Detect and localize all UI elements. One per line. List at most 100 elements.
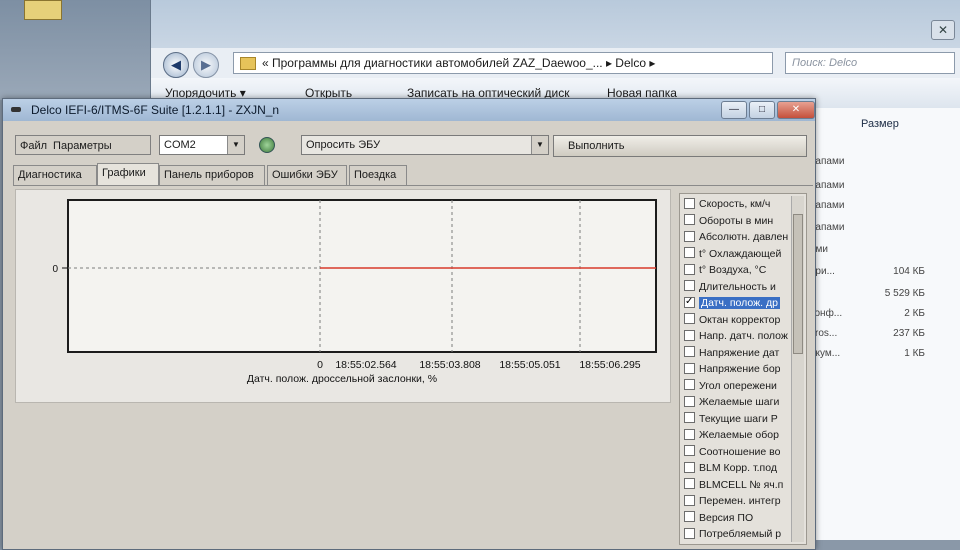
parameter-item[interactable]: Напряжение дат — [684, 345, 794, 361]
parameter-label: Октан корректор — [699, 313, 781, 326]
parameter-checkbox[interactable] — [684, 329, 695, 341]
close-button[interactable]: ✕ — [777, 101, 815, 119]
connection-status-icon — [259, 137, 275, 153]
x-axis-label: Датч. полож. дроссельной заслонки, % — [247, 373, 437, 385]
x-tick-label: 18:55:06.295 — [579, 359, 640, 371]
ecu-command-select[interactable]: Опросить ЭБУ ▼ — [301, 135, 549, 155]
explorer-close-button[interactable]: ✕ — [931, 20, 955, 40]
parameter-label: Угол опережени — [699, 379, 777, 392]
parameter-label: Версия ПО — [699, 511, 754, 524]
parameter-label: Желаемые шаги — [699, 396, 780, 408]
parameter-checkbox[interactable] — [684, 313, 695, 325]
tab-dashboard[interactable]: Панель приборов — [159, 165, 265, 185]
parameter-item[interactable]: t° Охлаждающей — [684, 246, 794, 262]
app-icon — [11, 107, 21, 112]
parameter-checkbox[interactable] — [684, 445, 695, 457]
address-path: « Программы для диагностики автомобилей … — [262, 56, 656, 70]
parameter-label: Перемен. интегр — [699, 495, 781, 507]
explorer-address-row: ◀ ▶ « Программы для диагностики автомоби… — [151, 48, 960, 79]
tab-diagnostics[interactable]: Диагностика — [13, 165, 97, 185]
file-size: 237 КБ — [893, 328, 925, 339]
menu-file[interactable]: Файл — [20, 140, 47, 152]
parameter-checkbox[interactable] — [684, 461, 695, 473]
tab-ecu-errors[interactable]: Ошибки ЭБУ — [267, 165, 347, 185]
menu-params[interactable]: Параметры — [53, 140, 112, 152]
x-tick-label: 18:55:05.051 — [499, 359, 560, 371]
parameter-item[interactable]: Текущие шаги Р — [684, 411, 794, 427]
parameter-checkbox[interactable] — [684, 494, 695, 506]
parameter-checkbox[interactable] — [684, 280, 695, 292]
parameter-item[interactable]: Скорость, км/ч — [684, 196, 794, 212]
execute-button[interactable]: Выполнить — [553, 135, 807, 157]
parameter-checkbox[interactable] — [684, 197, 695, 209]
parameter-label: BLM Корр. т.под — [699, 462, 777, 474]
parameter-item[interactable]: Обороты в мин — [684, 213, 794, 229]
explorer-title-strip: ✕ — [151, 0, 960, 48]
parameter-item[interactable]: Угол опережени — [684, 378, 794, 394]
parameter-item[interactable]: Напр. датч. полож — [684, 328, 794, 344]
x-tick-label: 18:55:03.808 — [419, 359, 480, 371]
chevron-down-icon[interactable]: ▼ — [531, 136, 548, 154]
parameter-label: Абсолютн. давлен — [699, 231, 789, 243]
parameter-item[interactable]: Соотношение во — [684, 444, 794, 460]
parameter-item[interactable]: Абсолютн. давлен — [684, 229, 794, 245]
forward-arrow-icon[interactable]: ▶ — [193, 52, 219, 78]
parameter-item[interactable]: Перемен. интегр — [684, 493, 794, 509]
parameter-item[interactable]: t° Воздуха, °С — [684, 262, 794, 278]
parameter-item[interactable]: BLM Корр. т.под — [684, 460, 794, 476]
parameter-checkbox[interactable] — [684, 214, 695, 226]
parameter-checkbox[interactable] — [684, 379, 695, 391]
parameter-checkbox[interactable] — [684, 247, 695, 259]
maximize-button[interactable]: □ — [749, 101, 775, 119]
parameter-item[interactable]: Длительность и — [684, 279, 794, 295]
chart: 0 0 18:55:02.564 18:55:03.808 18:55:05.051 18… — [52, 199, 657, 385]
parameter-item[interactable]: Версия ПО — [684, 510, 794, 526]
parameter-label: t° Воздуха, °С — [699, 264, 767, 276]
ecu-command-value: Опросить ЭБУ — [306, 139, 381, 151]
chevron-down-icon[interactable]: ▼ — [227, 136, 244, 154]
menu-bar: Файл Параметры — [15, 135, 151, 155]
file-size: 1 КБ — [904, 348, 925, 359]
parameter-checkbox[interactable] — [684, 362, 695, 374]
back-arrow-icon[interactable]: ◀ — [163, 52, 189, 78]
parameter-label: Соотношение во — [699, 445, 781, 458]
parameter-label: Скорость, км/ч — [699, 198, 771, 210]
plot-area — [67, 199, 657, 353]
parameter-item[interactable]: Желаемые шаги — [684, 394, 794, 410]
parameter-item[interactable]: BLMCELL № яч.п — [684, 477, 794, 493]
parameter-checkbox[interactable] — [684, 346, 695, 358]
window-controls: — □ ✕ — [719, 101, 815, 119]
parameter-label: t° Охлаждающей — [699, 247, 782, 260]
parameter-item[interactable]: Желаемые обор — [684, 427, 794, 443]
parameter-checkbox[interactable] — [684, 511, 695, 523]
parameter-item[interactable]: Октан корректор — [684, 312, 794, 328]
desktop-corner — [0, 0, 150, 100]
scrollbar-thumb[interactable] — [793, 214, 803, 354]
search-input[interactable]: Поиск: Delco — [785, 52, 955, 74]
parameter-item[interactable]: Датч. полож. др — [684, 295, 794, 311]
parameter-label: Напряжение бор — [699, 363, 781, 375]
column-header-size[interactable]: Размер — [811, 118, 960, 130]
parameter-label: Текущие шаги Р — [699, 412, 778, 425]
parameter-checkbox[interactable] — [684, 412, 695, 424]
parameter-checkbox[interactable] — [684, 478, 695, 490]
address-bar[interactable]: « Программы для диагностики автомобилей … — [233, 52, 773, 74]
tab-trip[interactable]: Поездка — [349, 165, 407, 185]
x-tick-label: 18:55:02.564 — [335, 359, 396, 371]
y-tick-label: 0 — [52, 264, 58, 275]
parameter-checkbox[interactable] — [684, 263, 695, 275]
parameter-checkbox[interactable] — [684, 295, 695, 310]
parameter-label: Потребляемый р — [699, 528, 782, 540]
minimize-button[interactable]: — — [721, 101, 747, 119]
parameter-checkbox[interactable] — [684, 527, 695, 539]
parameter-checkbox[interactable] — [684, 230, 695, 242]
file-size: 104 КБ — [893, 266, 925, 277]
port-select[interactable]: COM2 ▼ — [159, 135, 245, 155]
tab-graphs[interactable]: Графики — [97, 163, 159, 185]
parameter-label: Датч. полож. др — [699, 297, 780, 309]
parameter-item[interactable]: Напряжение бор — [684, 361, 794, 377]
parameter-checkbox[interactable] — [684, 395, 695, 407]
title-bar[interactable]: Delco IEFI-6/ITMS-6F Suite [1.2.1.1] - Z… — [3, 99, 815, 121]
window-title: Delco IEFI-6/ITMS-6F Suite [1.2.1.1] - Z… — [31, 103, 280, 117]
parameter-checkbox[interactable] — [684, 428, 695, 440]
